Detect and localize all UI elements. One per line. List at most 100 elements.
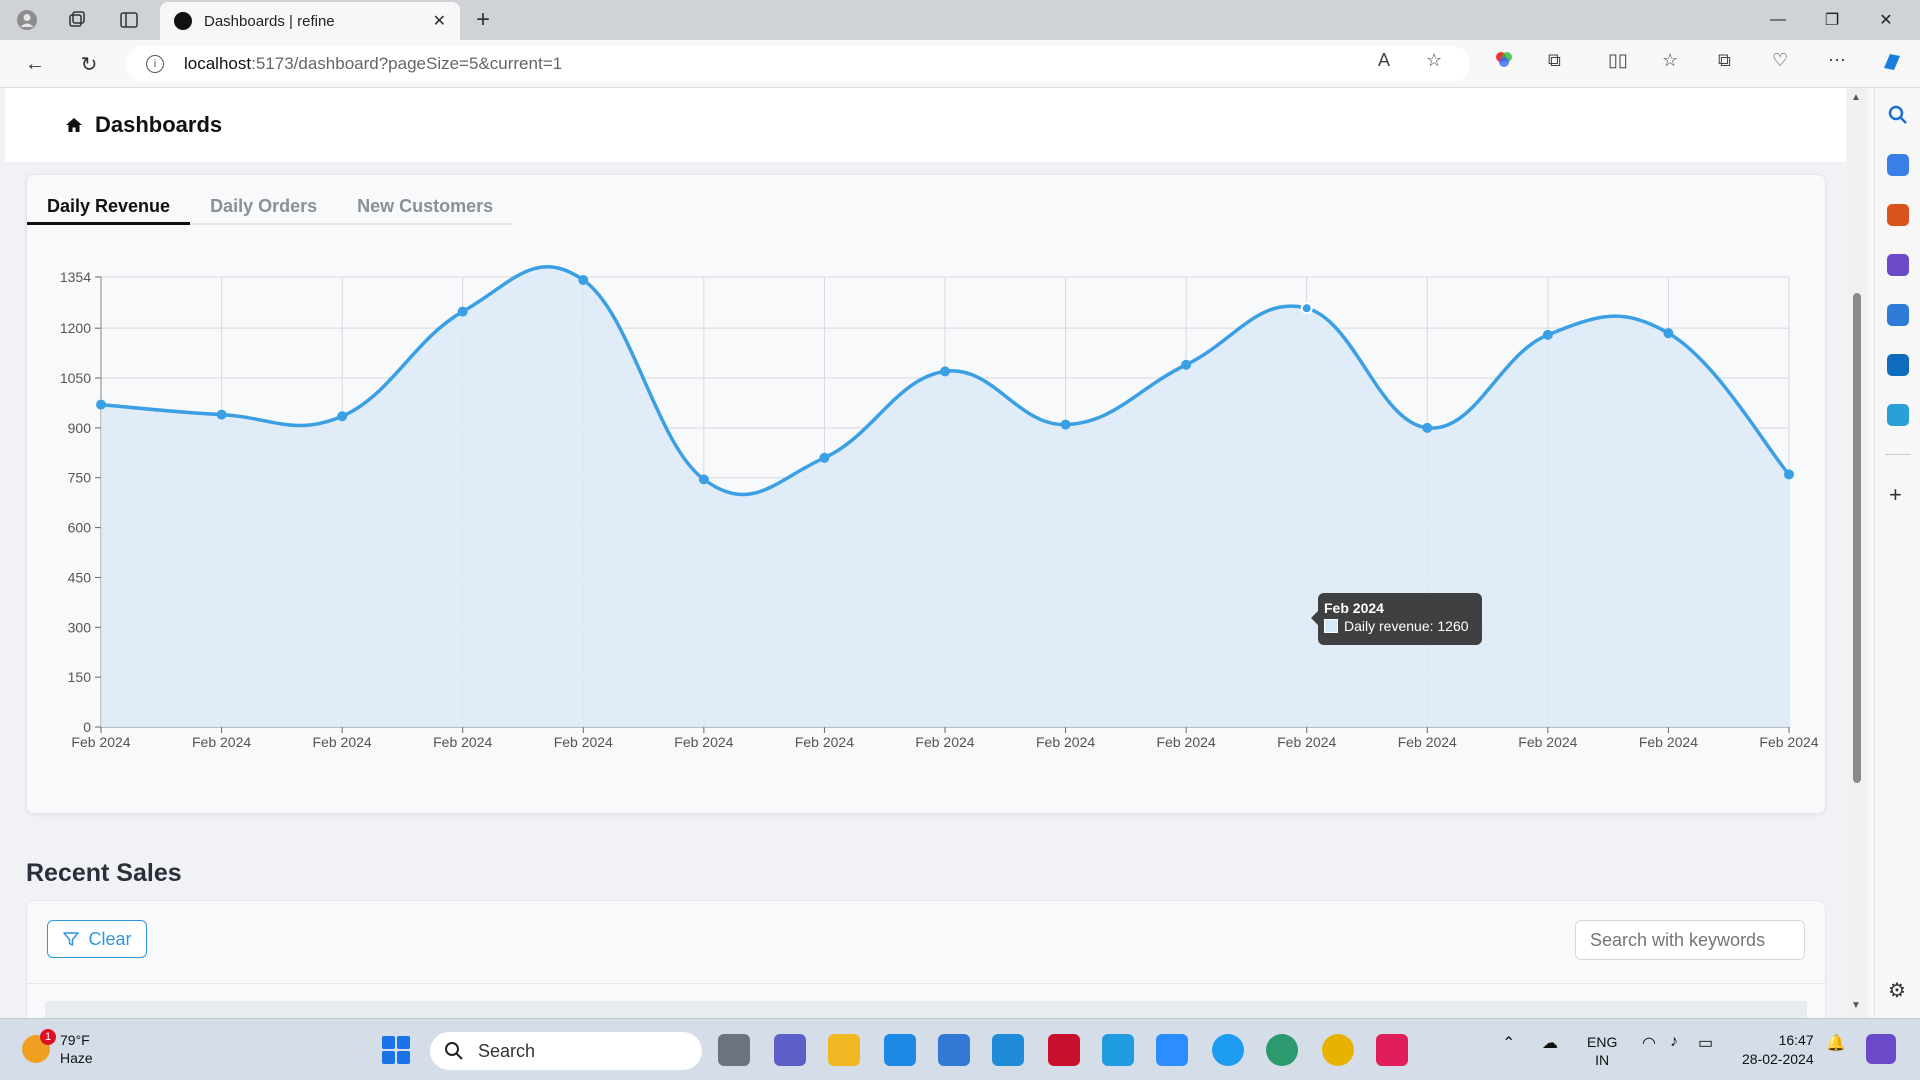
y-tick-label: 600 — [68, 520, 92, 536]
close-window-icon[interactable]: ✕ — [1866, 6, 1906, 34]
mcafee-icon[interactable] — [1048, 1034, 1080, 1066]
divider — [27, 983, 1827, 984]
sidebar-tools-icon[interactable] — [1887, 204, 1909, 226]
back-icon[interactable]: ← — [20, 50, 50, 78]
chart-tooltip: Feb 2024 Daily revenue: 1260 — [1311, 593, 1482, 645]
favorite-star-icon[interactable]: ☆ — [1426, 50, 1442, 71]
revenue-chart[interactable]: 0150300450600750900105012001354Feb 2024 F… — [27, 175, 1827, 815]
read-aloud-icon[interactable]: A — [1378, 50, 1390, 71]
sidebar-shopping-icon[interactable] — [1887, 154, 1909, 176]
language-indicator[interactable]: ENG IN — [1587, 1033, 1617, 1069]
twitter-icon[interactable] — [1212, 1034, 1244, 1066]
tooltip-title: Feb 2024 — [1324, 600, 1384, 616]
extensions-icon[interactable]: ⧉ — [1548, 50, 1561, 71]
file-explorer-icon[interactable] — [828, 1034, 860, 1066]
weather-desc: Haze — [60, 1050, 93, 1066]
y-tick-label: 0 — [83, 719, 91, 735]
volume-icon[interactable]: ♪ — [1670, 1033, 1678, 1051]
restore-icon[interactable]: ❐ — [1812, 6, 1852, 34]
data-point — [1542, 329, 1553, 340]
copilot-taskbar-icon[interactable] — [1866, 1034, 1896, 1064]
start-button[interactable] — [382, 1036, 410, 1064]
sidebar-games-icon[interactable] — [1887, 254, 1909, 276]
sidebar-outlook-icon[interactable] — [1887, 354, 1909, 376]
x-tick-label: Feb 2024 — [915, 734, 974, 750]
sidebar-m365-icon[interactable] — [1887, 304, 1909, 326]
lang-bottom: IN — [1595, 1052, 1610, 1068]
scroll-thumb[interactable] — [1853, 293, 1861, 783]
weather-temp: 79°F — [60, 1032, 90, 1048]
battery-icon[interactable]: ▭ — [1698, 1033, 1713, 1053]
workspaces-icon[interactable] — [64, 8, 90, 32]
scroll-up-icon[interactable]: ▲ — [1851, 92, 1861, 103]
clear-label: Clear — [88, 928, 132, 949]
y-tick-label: 750 — [68, 470, 92, 486]
taskbar-search[interactable]: Search — [430, 1032, 702, 1070]
weather-icon: 1 — [22, 1029, 56, 1063]
ms-store-icon[interactable] — [938, 1034, 970, 1066]
browser-tab-active[interactable]: Dashboards | refine ✕ — [160, 2, 460, 40]
myhp-icon[interactable] — [992, 1034, 1024, 1066]
table-header — [45, 1001, 1807, 1018]
tab-close-icon[interactable]: ✕ — [433, 11, 446, 31]
sidebar-search-icon[interactable] — [1887, 104, 1909, 126]
system-clock[interactable]: 16:47 28-02-2024 — [1742, 1031, 1814, 1069]
color-extension-icon[interactable] — [1494, 50, 1514, 75]
x-tick-label: Feb 2024 — [1759, 734, 1818, 750]
onedrive-icon[interactable]: ☁ — [1542, 1033, 1558, 1053]
data-point — [96, 399, 106, 410]
browser-essentials-icon[interactable]: ♡ — [1772, 50, 1788, 71]
data-point — [216, 409, 227, 420]
chrome-icon[interactable] — [1322, 1034, 1354, 1066]
data-point — [337, 411, 348, 422]
favorites-icon[interactable]: ☆ — [1662, 50, 1678, 71]
notification-bell-icon[interactable]: 🔔 — [1826, 1033, 1846, 1053]
vscode-icon[interactable] — [884, 1034, 916, 1066]
wifi-icon[interactable]: ◠ — [1642, 1033, 1656, 1053]
recent-sales-card: Clear — [26, 900, 1827, 1018]
y-tick-label: 1200 — [60, 320, 91, 336]
sidebar-send-icon[interactable] — [1887, 404, 1909, 426]
copilot-icon[interactable] — [1880, 50, 1904, 79]
y-tick-label: 900 — [68, 420, 92, 436]
profile-icon[interactable] — [14, 8, 40, 32]
weather-widget[interactable]: 1 79°F Haze — [22, 1029, 93, 1067]
slack-icon[interactable] — [1376, 1034, 1408, 1066]
x-tick-label: Feb 2024 — [554, 734, 613, 750]
teams-icon[interactable] — [774, 1034, 806, 1066]
x-tick-label: Feb 2024 — [1398, 734, 1457, 750]
clear-filter-button[interactable]: Clear — [47, 920, 147, 958]
page-scrollbar[interactable]: ▲ ▼ — [1846, 88, 1868, 1018]
tray-chevron-icon[interactable]: ⌃ — [1502, 1033, 1515, 1053]
address-bar[interactable]: i localhost:5173/dashboard?pageSize=5&cu… — [126, 46, 1470, 82]
collections-icon[interactable]: ⧉ — [1718, 50, 1731, 71]
new-tab-icon[interactable]: + — [470, 6, 496, 34]
url-host: localhost — [184, 54, 252, 73]
site-info-icon[interactable]: i — [146, 55, 164, 73]
data-point — [940, 366, 950, 377]
data-point — [1300, 302, 1313, 315]
windows-taskbar: 1 79°F Haze Search ⌃ ☁ ENG IN ◠ ♪ ▭ 16:4… — [0, 1018, 1920, 1080]
x-tick-label: Feb 2024 — [1157, 734, 1216, 750]
y-tick-label: 450 — [68, 569, 92, 585]
refresh-icon[interactable]: ↻ — [74, 50, 104, 78]
page-title: Dashboards — [95, 112, 223, 137]
sidebar-divider — [1885, 454, 1911, 455]
more-menu-icon[interactable]: ⋯ — [1828, 50, 1846, 71]
data-point — [1784, 469, 1794, 480]
vertical-tabs-icon[interactable] — [116, 8, 142, 32]
keyword-search-input[interactable] — [1575, 920, 1805, 960]
x-tick-label: Feb 2024 — [313, 734, 372, 750]
minimize-icon[interactable]: — — [1758, 6, 1798, 34]
sidebar-settings-icon[interactable]: ⚙ — [1888, 978, 1906, 1003]
help-icon[interactable] — [1102, 1034, 1134, 1066]
split-screen-icon[interactable]: ▯▯ — [1608, 50, 1628, 71]
sidebar-add-icon[interactable]: + — [1889, 482, 1902, 508]
zoom-icon[interactable] — [1156, 1034, 1188, 1066]
clock-time: 16:47 — [1778, 1032, 1814, 1048]
task-view-icon[interactable] — [718, 1034, 750, 1066]
edge-icon[interactable] — [1266, 1034, 1298, 1066]
chart-card: Daily Revenue Daily Orders New Customers… — [26, 174, 1826, 814]
scroll-down-icon[interactable]: ▼ — [1851, 1000, 1861, 1011]
x-tick-label: Feb 2024 — [795, 734, 854, 750]
